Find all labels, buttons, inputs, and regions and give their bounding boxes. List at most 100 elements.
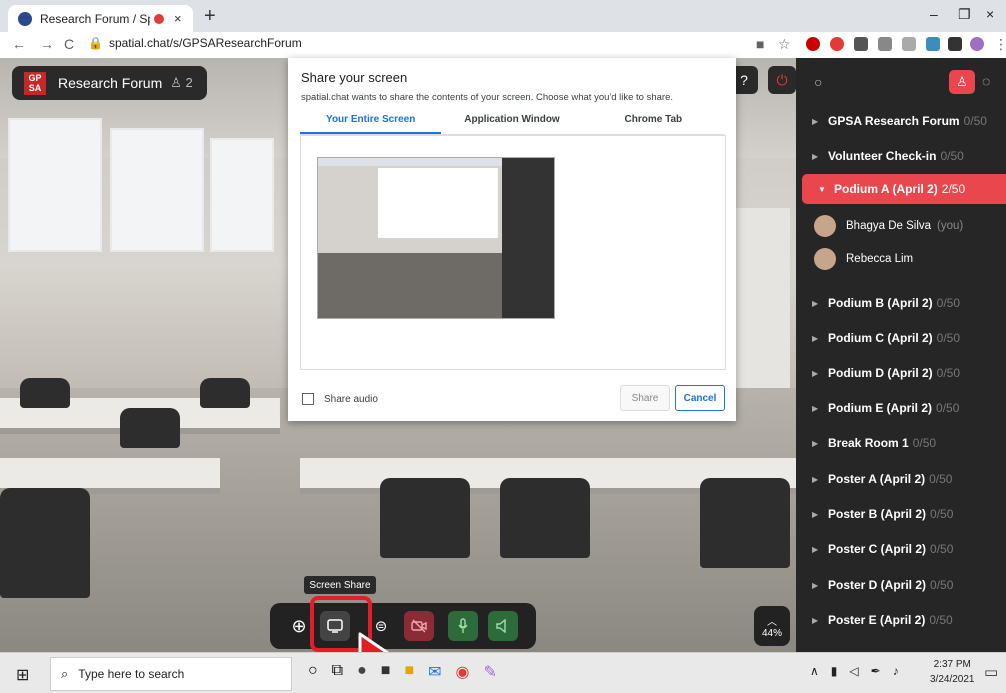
zoom-value: 44% <box>761 628 782 639</box>
gpsa-logo: GP SA <box>24 71 46 95</box>
sidebar-room-item[interactable]: ▶ Poster A (April 2) 0/50 <box>796 464 1006 494</box>
tab-close-icon[interactable]: × <box>174 11 182 26</box>
pen-icon[interactable]: ✒ <box>871 664 881 678</box>
tab-entire-screen[interactable]: Your Entire Screen <box>300 114 442 134</box>
room-item-capacity: 0/50 <box>936 366 961 380</box>
chair <box>20 378 70 408</box>
taskbar-search-placeholder: Type here to search <box>78 667 185 681</box>
sidebar-room-item[interactable]: ▶ Podium D (April 2) 0/50 <box>796 358 1006 388</box>
reload-icon[interactable]: C <box>64 36 74 52</box>
room-item-name: Podium E (April 2) <box>828 401 933 415</box>
sidebar-room-item[interactable]: ▶ Poster E (April 2) 0/50 <box>796 605 1006 635</box>
ink-icon[interactable]: ♪ <box>893 664 899 678</box>
volume-icon[interactable]: ◁ <box>849 664 858 678</box>
user-icon: ♙ <box>170 75 182 90</box>
tab-application-window[interactable]: Application Window <box>441 114 582 134</box>
tab-chrome-tab[interactable]: Chrome Tab <box>583 114 724 134</box>
chrome-icon[interactable]: ◉ <box>456 662 470 682</box>
browser-menu-icon[interactable]: ⋮ <box>994 36 1006 53</box>
tray-chevron-icon[interactable]: ∧ <box>810 664 819 678</box>
room-name: Research Forum <box>58 75 163 91</box>
sidebar-room-item[interactable]: ▶ Break Room 1 0/50 <box>796 428 1006 458</box>
extension-grid-icon[interactable] <box>902 37 916 51</box>
member-row[interactable]: Rebecca Lim <box>814 248 913 270</box>
notification-icon[interactable]: ▭ <box>984 663 998 681</box>
sidebar-room-item[interactable]: ▼ Podium A (April 2) 2/50 <box>802 174 1006 204</box>
window-left-1 <box>8 118 102 252</box>
users-tab-button[interactable]: ♙ <box>949 70 975 94</box>
room-item-capacity: 0/50 <box>930 542 954 556</box>
camera-icon[interactable]: ■ <box>756 36 764 52</box>
room-item-capacity: 0/50 <box>929 472 953 486</box>
profile-avatar[interactable] <box>970 37 984 51</box>
adblock-extension-icon[interactable] <box>830 37 844 51</box>
sidebar-room-item[interactable]: ▶ Poster B (April 2) 0/50 <box>796 499 1006 529</box>
search-icon[interactable]: ○ <box>814 74 822 90</box>
cortana-icon[interactable]: ○ <box>308 662 318 682</box>
browser-tab[interactable]: Research Forum / SpatialCha × <box>8 5 193 32</box>
file-explorer-icon[interactable]: ■ <box>404 662 414 682</box>
extension-g-icon[interactable] <box>926 37 940 51</box>
new-tab-button[interactable]: + <box>204 5 216 28</box>
restore-button[interactable]: ❐ <box>958 6 971 23</box>
edge-icon[interactable]: ● <box>357 662 367 682</box>
chevron-right-icon: ▶ <box>812 615 819 625</box>
room-item-capacity: 0/50 <box>929 613 953 627</box>
share-audio-checkbox[interactable] <box>302 393 314 405</box>
member-row[interactable]: Bhagya De Silva (you) <box>814 215 963 237</box>
chevron-right-icon: ▶ <box>812 116 819 126</box>
url-field[interactable]: 🔒 spatial.chat/s/GPSAResearchForum <box>88 36 302 50</box>
paint-icon[interactable]: ✎ <box>484 662 497 682</box>
sidebar-room-item[interactable]: ▶ GPSA Research Forum 0/50 <box>796 106 1006 136</box>
mail-icon[interactable]: ✉ <box>428 662 441 682</box>
room-item-capacity: 0/50 <box>936 296 961 310</box>
chat-tab-icon[interactable]: ◌ <box>982 73 990 89</box>
dialog-title: Share your screen <box>301 70 408 85</box>
share-button[interactable]: Share <box>620 385 670 411</box>
forward-icon[interactable]: → <box>40 36 54 52</box>
site-favicon-icon <box>18 11 32 26</box>
store-icon[interactable]: ■ <box>381 662 391 682</box>
room-item-name: Poster C (April 2) <box>828 542 927 556</box>
extension-s-icon[interactable] <box>854 37 868 51</box>
back-icon[interactable]: ← <box>12 36 26 52</box>
window-left-3 <box>210 138 274 252</box>
chevron-right-icon: ▶ <box>812 298 819 308</box>
chevron-right-icon: ▶ <box>812 509 819 519</box>
thumbnail-dialog <box>378 168 498 238</box>
window-close-button[interactable]: × <box>986 6 994 22</box>
zoom-up-icon: ︿ <box>767 617 777 628</box>
power-icon[interactable]: ⏻ <box>768 66 796 94</box>
windows-start-icon[interactable]: ⊞ <box>16 665 29 685</box>
room-header[interactable]: GP SA Research Forum ♙ 2 <box>12 66 207 100</box>
network-icon[interactable]: ▮ <box>831 664 838 678</box>
taskbar-search[interactable]: ⌕ Type here to search <box>50 657 292 691</box>
chair <box>120 408 180 448</box>
sidebar-room-item[interactable]: ▶ Podium C (April 2) 0/50 <box>796 323 1006 353</box>
room-item-name: Poster B (April 2) <box>828 507 927 521</box>
room-item-name: Poster D (April 2) <box>828 578 927 592</box>
share-audio-option[interactable]: Share audio <box>302 393 378 405</box>
sidebar-room-item[interactable]: ▶ Volunteer Check-in 0/50 <box>796 141 1006 171</box>
minimize-button[interactable]: – <box>930 6 938 22</box>
cancel-button[interactable]: Cancel <box>675 385 725 411</box>
recording-indicator-icon <box>154 13 164 24</box>
task-view-icon[interactable]: ⧉ <box>332 662 343 682</box>
extensions-puzzle-icon[interactable] <box>948 37 962 51</box>
clock-date: 3/24/2021 <box>930 674 975 685</box>
extension-a-icon[interactable] <box>878 37 892 51</box>
entire-screen-thumbnail[interactable] <box>317 157 555 319</box>
system-clock[interactable]: 2:37 PM 3/24/2021 <box>930 657 975 687</box>
share-audio-label: Share audio <box>324 393 378 405</box>
zoom-level[interactable]: ︿ 44% <box>754 606 790 646</box>
sidebar-room-item[interactable]: ▶ Poster D (April 2) 0/50 <box>796 570 1006 600</box>
opera-extension-icon[interactable] <box>806 37 820 51</box>
chevron-right-icon: ▶ <box>812 403 819 413</box>
sidebar-room-item[interactable]: ▶ Podium E (April 2) 0/50 <box>796 393 1006 423</box>
microphone-icon[interactable] <box>448 611 478 641</box>
room-item-capacity: 0/50 <box>936 331 961 345</box>
sidebar-room-item[interactable]: ▶ Poster C (April 2) 0/50 <box>796 534 1006 564</box>
sidebar-room-item[interactable]: ▶ Podium B (April 2) 0/50 <box>796 288 1006 318</box>
speaker-icon[interactable] <box>488 611 518 641</box>
bookmark-star-icon[interactable]: ☆ <box>778 36 791 53</box>
